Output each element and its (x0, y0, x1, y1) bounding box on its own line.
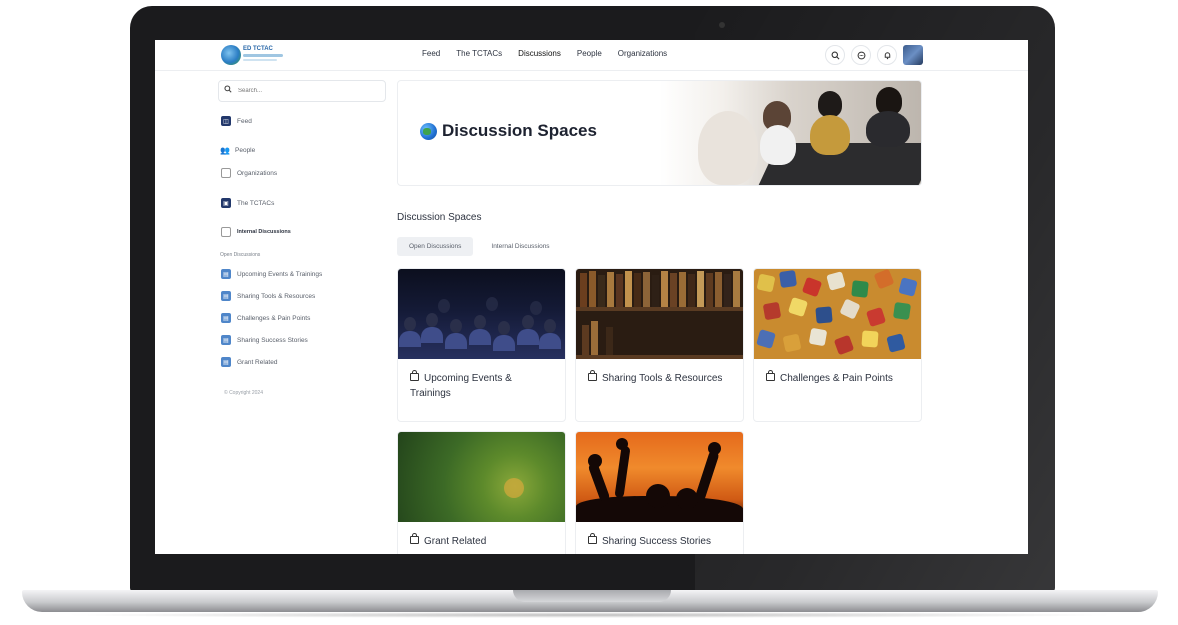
building-icon (221, 168, 231, 178)
logo-subline (243, 54, 283, 57)
sidebar-item-label: Sharing Success Stories (237, 336, 308, 344)
nav-feed[interactable]: Feed (422, 49, 440, 58)
photo-person (810, 115, 850, 155)
discussion-icon: ▤ (221, 291, 231, 301)
notifications-button[interactable] (877, 45, 897, 65)
card-image-audience (398, 269, 565, 359)
photo-person (866, 111, 910, 147)
lock-icon (588, 370, 597, 381)
logo-subline-2 (243, 59, 277, 61)
sidebar-item-label: Internal Discussions (237, 229, 291, 235)
card-title: Sharing Tools & Resources (588, 370, 728, 386)
nav-discussions[interactable]: Discussions (518, 49, 561, 58)
grid-icon (221, 227, 231, 237)
discussion-card-upcoming-events[interactable]: Upcoming Events & Trainings (397, 268, 566, 422)
logo-globe-icon (221, 45, 241, 65)
sidebar-item-grant-related[interactable]: ▤ Grant Related (221, 357, 277, 367)
section-title: Discussion Spaces (397, 212, 482, 223)
sidebar-item-upcoming-events[interactable]: ▤ Upcoming Events & Trainings (221, 269, 322, 279)
search-icon (224, 85, 232, 93)
screen: ED TCTAC Feed The TCTACs Discussions Peo… (155, 40, 1028, 554)
sidebar-item-sharing-tools[interactable]: ▤ Sharing Tools & Resources (221, 291, 315, 301)
sidebar-item-people[interactable]: 👥 People (220, 145, 256, 155)
sidebar-item-success-stories[interactable]: ▤ Sharing Success Stories (221, 335, 308, 345)
sidebar-item-label: Grant Related (237, 358, 278, 366)
card-title: Challenges & Pain Points (766, 370, 906, 386)
search-input[interactable] (236, 84, 380, 98)
camera-dot (719, 22, 725, 28)
sidebar-section-heading: Open Discussions (220, 252, 261, 258)
card-image-books (576, 269, 743, 359)
sidebar: ◫ Feed 👥 People Organizations ▣ The TCTA… (218, 80, 386, 396)
logo-text: ED TCTAC (243, 46, 273, 52)
group-icon: ▣ (221, 198, 231, 208)
discussion-icon: ▤ (221, 313, 231, 323)
sidebar-item-challenges[interactable]: ▤ Challenges & Pain Points (221, 313, 310, 323)
card-title-text: Sharing Tools & Resources (602, 373, 723, 384)
sidebar-item-label: People (235, 146, 256, 154)
sidebar-item-organizations[interactable]: Organizations (221, 168, 277, 178)
lock-icon (410, 533, 419, 544)
messages-button[interactable] (851, 45, 871, 65)
sidebar-search (218, 80, 386, 102)
card-title-text: Challenges & Pain Points (780, 373, 893, 384)
nav-organizations[interactable]: Organizations (618, 49, 667, 58)
laptop-base-notch (513, 590, 671, 602)
search-icon (831, 51, 839, 59)
discussion-icon: ▤ (221, 335, 231, 345)
card-title: Sharing Success Stories (588, 533, 728, 549)
sidebar-item-label: Challenges & Pain Points (237, 314, 311, 322)
nav-people[interactable]: People (577, 49, 602, 58)
discussion-tabs: Open Discussions Internal Discussions (397, 237, 562, 256)
photo-person (760, 125, 796, 165)
card-image-sunset-hands (576, 432, 743, 522)
user-avatar[interactable] (903, 45, 923, 65)
card-title: Upcoming Events & Trainings (410, 370, 550, 401)
top-actions (825, 45, 923, 65)
sidebar-item-label: Upcoming Events & Trainings (237, 270, 323, 278)
discussion-icon: ▤ (221, 357, 231, 367)
chat-icon (857, 51, 865, 59)
lock-icon (588, 533, 597, 544)
tab-internal-discussions[interactable]: Internal Discussions (479, 237, 561, 256)
main-nav: Feed The TCTACs Discussions People Organ… (422, 49, 667, 58)
bell-icon (884, 51, 890, 59)
laptop-shadow (60, 612, 1120, 618)
sidebar-item-label: Organizations (237, 169, 278, 177)
sidebar-item-internal-discussions[interactable]: Internal Discussions (221, 227, 291, 237)
feed-icon: ◫ (221, 116, 231, 126)
sidebar-item-tctacs[interactable]: ▣ The TCTACs (221, 198, 274, 208)
photo-person (698, 111, 758, 185)
hero-banner: Discussion Spaces (397, 80, 922, 186)
tab-open-discussions[interactable]: Open Discussions (397, 237, 474, 256)
sidebar-item-label: Sharing Tools & Resources (237, 292, 316, 300)
sidebar-item-feed[interactable]: ◫ Feed (221, 116, 252, 126)
top-navigation-bar: ED TCTAC Feed The TCTACs Discussions Peo… (155, 40, 1028, 71)
card-title: Grant Related (410, 533, 550, 549)
lock-icon (766, 370, 775, 381)
discussion-card-sharing-tools[interactable]: Sharing Tools & Resources (575, 268, 744, 422)
card-title-text: Upcoming Events & Trainings (410, 373, 512, 399)
sidebar-item-label: The TCTACs (237, 199, 275, 207)
card-title-text: Sharing Success Stories (602, 536, 711, 547)
lock-icon (410, 370, 419, 381)
discussion-card-challenges[interactable]: Challenges & Pain Points (753, 268, 922, 422)
site-logo[interactable]: ED TCTAC (221, 44, 285, 66)
discussion-card-success-stories[interactable]: Sharing Success Stories (575, 431, 744, 554)
people-icon: 👥 (220, 145, 230, 155)
discussion-card-grant-related[interactable]: Grant Related (397, 431, 566, 554)
banner-title: Discussion Spaces (420, 121, 597, 141)
sidebar-item-label: Feed (237, 117, 252, 125)
banner-title-text: Discussion Spaces (442, 121, 597, 140)
card-title-text: Grant Related (424, 536, 487, 547)
copyright-text: © Copyright 2024 (224, 390, 263, 396)
search-button[interactable] (825, 45, 845, 65)
card-image-puzzle (754, 269, 921, 359)
card-image-green-bokeh (398, 432, 565, 522)
globe-icon (420, 122, 437, 140)
banner-photo (668, 81, 921, 185)
nav-tctacs[interactable]: The TCTACs (456, 49, 502, 58)
discussion-icon: ▤ (221, 269, 231, 279)
photo-person (818, 91, 842, 117)
